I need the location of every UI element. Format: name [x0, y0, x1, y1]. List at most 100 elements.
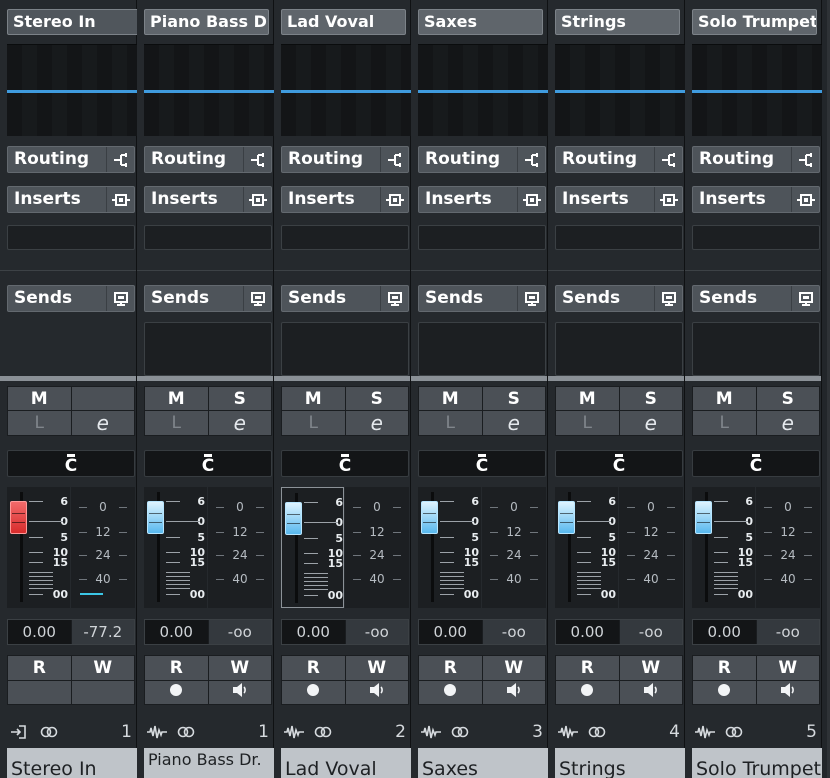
insert-slot[interactable]	[281, 225, 409, 250]
volume-value[interactable]: 0.00	[556, 620, 619, 644]
edit-channel-button[interactable]: e	[619, 411, 682, 435]
inserts-button[interactable]: Inserts	[418, 186, 546, 213]
pan-control[interactable]: C	[281, 450, 409, 477]
solo-button[interactable]: S	[208, 387, 271, 410]
send-slot[interactable]	[281, 322, 409, 376]
write-automation-button[interactable]: W	[756, 656, 819, 680]
link-icon[interactable]	[40, 722, 58, 742]
fader-cap[interactable]	[558, 501, 575, 534]
monitor-button[interactable]	[619, 680, 682, 704]
channel-name-strip[interactable]: Saxes	[418, 748, 548, 778]
send-bypass-icon[interactable]	[654, 286, 682, 311]
channel-name-strip[interactable]: Strings	[555, 748, 685, 778]
link-icon[interactable]	[588, 722, 606, 742]
fader-cap[interactable]	[285, 502, 302, 535]
volume-fader[interactable]: 6 0 5 10 15 00	[418, 487, 481, 608]
insert-slot[interactable]	[418, 225, 546, 250]
channel-name[interactable]: Lad Voval	[281, 9, 406, 35]
sends-button[interactable]: Sends	[692, 285, 820, 312]
channel-name-strip[interactable]: Piano Bass Dr.	[144, 748, 274, 778]
monitor-button[interactable]	[71, 680, 134, 704]
channel-name[interactable]: Solo Trumpet	[692, 9, 817, 35]
record-enable-button[interactable]	[282, 680, 345, 704]
send-bypass-icon[interactable]	[791, 286, 819, 311]
send-bypass-icon[interactable]	[106, 286, 134, 311]
send-slot[interactable]	[144, 322, 272, 376]
sends-button[interactable]: Sends	[555, 285, 683, 312]
fader-cap[interactable]	[695, 501, 712, 534]
monitor-button[interactable]	[482, 680, 545, 704]
channel-name[interactable]: Strings	[555, 9, 680, 35]
read-automation-button[interactable]: R	[693, 656, 756, 680]
write-automation-button[interactable]: W	[71, 656, 134, 680]
read-automation-button[interactable]: R	[556, 656, 619, 680]
routing-icon[interactable]	[243, 147, 271, 172]
read-automation-button[interactable]: R	[145, 656, 208, 680]
solo-button[interactable]	[71, 387, 134, 410]
mute-button[interactable]: M	[145, 387, 208, 410]
mute-button[interactable]: M	[556, 387, 619, 410]
send-bypass-icon[interactable]	[243, 286, 271, 311]
insert-bypass-icon[interactable]	[380, 187, 408, 212]
inserts-button[interactable]: Inserts	[144, 186, 272, 213]
send-bypass-icon[interactable]	[380, 286, 408, 311]
send-slot[interactable]	[418, 322, 546, 376]
sends-button[interactable]: Sends	[144, 285, 272, 312]
routing-button[interactable]: Routing	[281, 146, 409, 173]
fader-cap[interactable]	[421, 501, 438, 534]
send-slot[interactable]	[692, 322, 820, 376]
peak-value[interactable]: -oo	[208, 620, 271, 644]
routing-icon[interactable]	[791, 147, 819, 172]
inserts-button[interactable]: Inserts	[555, 186, 683, 213]
sends-button[interactable]: Sends	[418, 285, 546, 312]
volume-value[interactable]: 0.00	[693, 620, 756, 644]
read-automation-button[interactable]: R	[8, 656, 71, 680]
record-enable-button[interactable]	[556, 680, 619, 704]
fader-cap[interactable]	[147, 501, 164, 534]
volume-fader[interactable]: 6 0 5 10 15 00	[281, 487, 344, 608]
pan-control[interactable]: C	[7, 450, 135, 477]
channel-name-strip[interactable]: Lad Voval	[281, 748, 411, 778]
fader-cap[interactable]	[10, 501, 27, 534]
channel-name-strip[interactable]: Solo Trumpet	[692, 748, 822, 778]
peak-value[interactable]: -oo	[345, 620, 408, 644]
volume-fader[interactable]: 6 0 5 10 15 00	[555, 487, 618, 608]
routing-icon[interactable]	[380, 147, 408, 172]
listen-button[interactable]: L	[8, 411, 71, 435]
pan-control[interactable]: C	[692, 450, 820, 477]
insert-bypass-icon[interactable]	[243, 187, 271, 212]
listen-button[interactable]: L	[282, 411, 345, 435]
routing-button[interactable]: Routing	[418, 146, 546, 173]
inserts-button[interactable]: Inserts	[7, 186, 135, 213]
volume-fader[interactable]: 6 0 5 10 15 00	[144, 487, 207, 608]
peak-value[interactable]: -77.2	[71, 620, 134, 644]
listen-button[interactable]: L	[693, 411, 756, 435]
listen-button[interactable]: L	[556, 411, 619, 435]
volume-value[interactable]: 0.00	[419, 620, 482, 644]
read-automation-button[interactable]: R	[282, 656, 345, 680]
sends-button[interactable]: Sends	[7, 285, 135, 312]
write-automation-button[interactable]: W	[345, 656, 408, 680]
volume-value[interactable]: 0.00	[145, 620, 208, 644]
insert-bypass-icon[interactable]	[654, 187, 682, 212]
read-automation-button[interactable]: R	[419, 656, 482, 680]
record-enable-button[interactable]	[419, 680, 482, 704]
volume-value[interactable]: 0.00	[8, 620, 71, 644]
channel-name[interactable]: Piano Bass Dr.	[144, 9, 269, 35]
mute-button[interactable]: M	[693, 387, 756, 410]
routing-button[interactable]: Routing	[555, 146, 683, 173]
mute-button[interactable]: M	[8, 387, 71, 410]
volume-fader[interactable]: 6 0 5 10 15 00	[692, 487, 755, 608]
monitor-button[interactable]	[345, 680, 408, 704]
solo-button[interactable]: S	[619, 387, 682, 410]
routing-button[interactable]: Routing	[692, 146, 820, 173]
record-enable-button[interactable]	[8, 680, 71, 704]
channel-name-strip[interactable]: Stereo In	[7, 748, 137, 778]
peak-value[interactable]: -oo	[619, 620, 682, 644]
insert-slot[interactable]	[555, 225, 683, 250]
mute-button[interactable]: M	[419, 387, 482, 410]
write-automation-button[interactable]: W	[208, 656, 271, 680]
write-automation-button[interactable]: W	[482, 656, 545, 680]
peak-value[interactable]: -oo	[482, 620, 545, 644]
record-enable-button[interactable]	[693, 680, 756, 704]
